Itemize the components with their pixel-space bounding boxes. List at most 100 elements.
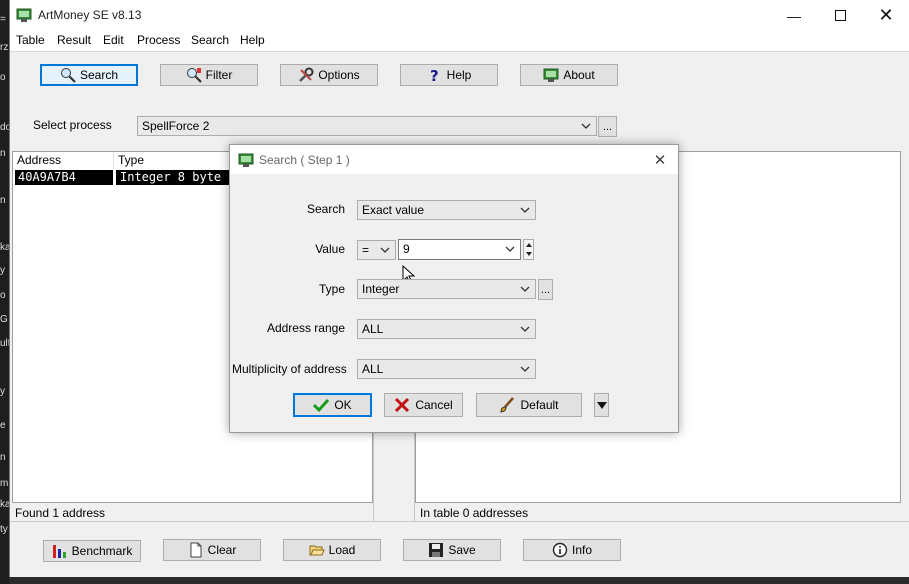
chevron-down-icon <box>520 326 530 332</box>
data-type-label: Type <box>318 282 345 296</box>
minimize-icon: — <box>787 7 801 24</box>
search-type-label: Search <box>306 202 345 216</box>
ok-button[interactable]: OK <box>293 393 372 417</box>
magnifier-icon <box>60 68 76 83</box>
process-dropdown[interactable]: SpellForce 2 <box>137 116 597 136</box>
ok-label: OK <box>334 398 352 412</box>
status-divider <box>10 521 909 522</box>
close-icon: ✕ <box>653 152 667 169</box>
select-process-label: Select process <box>33 118 112 132</box>
chevron-down-icon <box>520 207 530 213</box>
result-address-cell[interactable]: 40A9A7B4 <box>15 170 113 185</box>
menu-table[interactable]: Table <box>16 33 45 47</box>
menu-divider <box>10 51 909 52</box>
brush-icon <box>500 397 515 413</box>
menu-result[interactable]: Result <box>57 33 91 47</box>
bg-glyph: n <box>0 195 6 206</box>
benchmark-label: Benchmark <box>71 544 133 558</box>
value-input[interactable]: 9 <box>398 239 521 260</box>
result-type-cell[interactable]: Integer 8 byte <box>116 170 236 185</box>
spin-up-icon[interactable] <box>525 241 533 249</box>
search-type-value: Exact value <box>362 203 425 217</box>
operator-dropdown[interactable]: = <box>357 240 396 260</box>
data-type-value: Integer <box>362 282 400 296</box>
search-button[interactable]: Search <box>40 64 138 86</box>
multiplicity-dropdown[interactable]: ALL <box>357 359 536 379</box>
help-button-label: Help <box>446 68 472 82</box>
filter-icon <box>186 68 202 83</box>
bg-glyph: o <box>0 290 6 301</box>
bg-glyph: y <box>0 265 5 276</box>
minimize-button[interactable]: — <box>771 0 817 31</box>
browse-label: ... <box>602 120 613 133</box>
dialog-close-button[interactable]: ✕ <box>650 150 670 170</box>
menu-process[interactable]: Process <box>137 33 180 47</box>
options-button[interactable]: Options <box>280 64 378 86</box>
about-button[interactable]: About <box>520 64 618 86</box>
spin-down-icon[interactable] <box>525 250 533 258</box>
folder-open-icon <box>309 545 325 556</box>
close-button[interactable]: ✕ <box>863 0 909 31</box>
save-button[interactable]: Save <box>403 539 501 561</box>
info-icon <box>552 542 568 558</box>
title-bar[interactable]: ArtMoney SE v8.13 — ✕ <box>10 0 909 31</box>
load-button[interactable]: Load <box>283 539 381 561</box>
close-icon: ✕ <box>878 5 894 25</box>
svg-text:?: ? <box>430 67 439 83</box>
dialog-title-bar[interactable]: Search ( Step 1 ) ✕ <box>230 145 678 174</box>
multiplicity-value: ALL <box>362 362 384 376</box>
artmoney-dialog-icon <box>238 153 254 167</box>
bar-chart-icon <box>52 545 66 558</box>
bg-glyph: do <box>0 122 9 133</box>
dialog-title: Search ( Step 1 ) <box>259 153 350 167</box>
clear-label: Clear <box>207 543 237 557</box>
bg-glyph: y <box>0 386 5 397</box>
bg-glyph: G <box>0 314 8 325</box>
value-text: 9 <box>403 242 410 256</box>
about-icon <box>543 68 559 82</box>
bg-glyph: n <box>0 148 6 159</box>
maximize-button[interactable] <box>817 0 863 31</box>
chevron-down-icon <box>581 123 591 129</box>
save-label: Save <box>448 543 476 557</box>
data-type-browse-button[interactable]: ... <box>538 279 553 300</box>
operator-value: = <box>362 243 370 257</box>
load-label: Load <box>328 543 356 557</box>
type-browse-label: ... <box>540 283 551 296</box>
bg-glyph: e <box>0 420 6 431</box>
chevron-down-icon <box>505 246 515 252</box>
clear-button[interactable]: Clear <box>163 539 261 561</box>
benchmark-button[interactable]: Benchmark <box>43 540 141 562</box>
value-spinner[interactable] <box>523 239 534 260</box>
value-label: Value <box>315 242 345 256</box>
options-button-label: Options <box>318 68 360 82</box>
more-options-button[interactable] <box>594 393 609 417</box>
column-header-address[interactable]: Address <box>13 152 114 169</box>
menu-search[interactable]: Search <box>191 33 229 47</box>
chevron-down-icon <box>520 286 530 292</box>
info-button[interactable]: Info <box>523 539 621 561</box>
default-button[interactable]: Default <box>476 393 582 417</box>
bg-glyph: = <box>0 14 6 25</box>
bg-glyph: n <box>0 452 6 463</box>
data-type-dropdown[interactable]: Integer <box>357 279 536 299</box>
red-x-icon <box>395 397 410 413</box>
bg-glyph: ka <box>0 242 9 253</box>
chevron-down-icon <box>380 247 390 253</box>
filter-button[interactable]: Filter <box>160 64 258 86</box>
address-range-value: ALL <box>362 322 384 336</box>
tools-icon <box>299 67 314 82</box>
process-browse-button[interactable]: ... <box>598 116 617 137</box>
search-type-dropdown[interactable]: Exact value <box>357 200 536 220</box>
menu-help[interactable]: Help <box>240 33 265 47</box>
address-range-label: Address range <box>266 321 345 335</box>
chevron-down-icon <box>520 366 530 372</box>
address-range-dropdown[interactable]: ALL <box>357 319 536 339</box>
bg-glyph: ult <box>0 338 9 349</box>
cancel-button[interactable]: Cancel <box>384 393 463 417</box>
question-icon: ? <box>430 67 439 83</box>
blank-page-icon <box>190 542 202 558</box>
menu-edit[interactable]: Edit <box>103 33 124 47</box>
help-button[interactable]: ? Help <box>400 64 498 86</box>
background-window-strip: = rz o do n n ka y o G ult y e n m ka ty <box>0 0 9 584</box>
